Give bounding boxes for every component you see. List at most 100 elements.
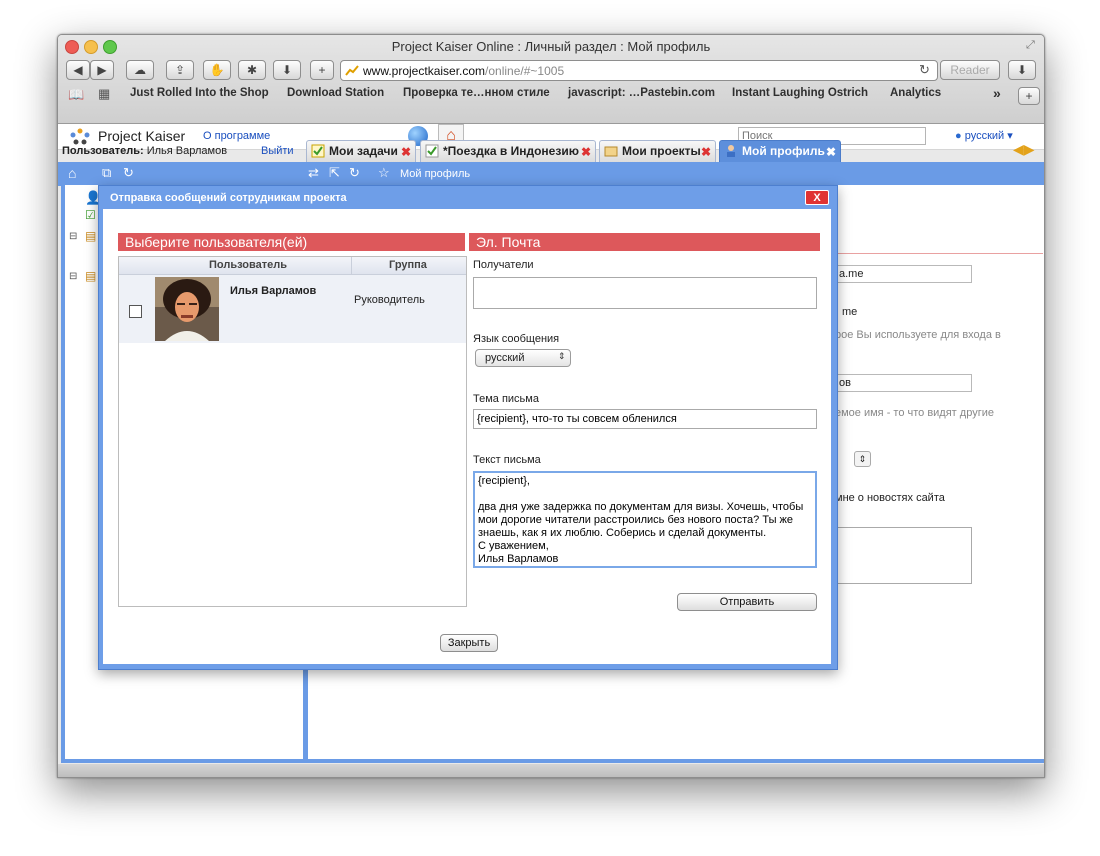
bookmark-item[interactable]: Just Rolled Into the Shop [130, 87, 269, 99]
url-path: /online/#~1005 [485, 64, 565, 78]
dialog-close-button[interactable]: X [805, 190, 829, 205]
globe-icon: ● [955, 130, 962, 142]
bookmark-item[interactable]: javascript: …Pastebin.com [568, 87, 715, 99]
login-field[interactable]: a.me [835, 265, 972, 283]
select-stepper-icon[interactable]: ⇕ [854, 451, 871, 467]
url-host: www.projectkaiser.com [363, 64, 486, 78]
user-group: Руководитель [354, 294, 425, 306]
send-message-dialog: Отправка сообщений сотрудникам проекта X… [98, 185, 838, 670]
close-tab-icon[interactable]: ✖ [701, 142, 711, 163]
refresh-icon[interactable]: ↻ [123, 165, 134, 181]
close-tab-icon[interactable]: ✖ [581, 142, 591, 163]
language-select-value: русский [485, 352, 525, 364]
user-icon [727, 145, 735, 157]
reader-button[interactable]: Reader [940, 60, 1000, 80]
close-icon: X [813, 192, 821, 204]
export-icon[interactable]: ⇱ [329, 165, 340, 181]
message-body-textarea[interactable]: {recipient}, два дня уже задержка по док… [473, 471, 817, 568]
window-title: Project Kaiser Online : Личный раздел : … [391, 39, 711, 54]
send-button[interactable]: Отправить [677, 593, 817, 611]
workspace-toolbar [58, 162, 1044, 186]
user-label: Пользователь: [62, 145, 144, 157]
expand-toggle-icon[interactable]: ⊟ [69, 271, 77, 282]
recipients-field[interactable] [473, 277, 817, 309]
checklist-icon [425, 144, 439, 158]
users-table-header: Пользователь Группа [119, 257, 466, 275]
plus-icon: + [318, 63, 326, 77]
background-text: мне о новостях сайта [835, 492, 945, 504]
plus-icon: + [1025, 89, 1033, 103]
divider [838, 253, 1043, 254]
home-icon[interactable]: ⌂ [68, 165, 76, 181]
recipients-label: Получатели [473, 259, 534, 271]
forward-button[interactable]: ▶ [90, 60, 114, 80]
users-table: Пользователь Группа Илья Варламов Руково… [118, 256, 467, 607]
language-selector[interactable]: ● русский ▾ [955, 129, 1013, 142]
folder-icon[interactable]: ▤ [85, 269, 96, 283]
user-name: Илья Варламов [230, 285, 317, 297]
task-icon[interactable]: ☑ [85, 208, 96, 222]
users-section-header: Выберите пользователя(ей) [118, 233, 465, 251]
bookmark-item[interactable]: Download Station [287, 87, 384, 99]
bookmarks-overflow-button[interactable]: » [993, 85, 1001, 101]
status-bar [58, 764, 1044, 777]
expand-toggle-icon[interactable]: ⊟ [69, 231, 77, 242]
extension-button[interactable]: ✱ [238, 60, 266, 80]
share-button[interactable]: ⇪ [166, 60, 194, 80]
row-checkbox[interactable] [129, 305, 142, 318]
new-tab-button[interactable]: + [1018, 87, 1040, 105]
tab-my-projects[interactable]: Мои проекты ✖ [599, 140, 716, 162]
fullscreen-icon[interactable]: ⤢ [1026, 39, 1035, 52]
column-header-user[interactable]: Пользователь [209, 259, 287, 271]
display-name-field[interactable]: ов [835, 374, 972, 392]
icloud-button[interactable]: ☁ [126, 60, 154, 80]
hand-icon: ✋ [209, 63, 225, 77]
column-divider [351, 257, 352, 274]
collapse-icon[interactable]: ⧉ [102, 165, 111, 181]
share-icon: ⇪ [174, 63, 186, 77]
back-button[interactable]: ◀ [66, 60, 90, 80]
avatar [155, 277, 219, 341]
table-row[interactable]: Илья Варламов Руководитель [119, 275, 466, 343]
swap-icon[interactable]: ⇄ [308, 165, 319, 181]
body-label: Текст письма [473, 454, 541, 466]
tab-label: Мой профиль [742, 144, 825, 158]
bookmark-item[interactable]: Проверка те…нном стиле [403, 87, 550, 99]
add-bookmark-button[interactable]: + [310, 60, 334, 80]
refresh-icon[interactable]: ↻ [349, 165, 360, 181]
user-info: Пользователь: Илья Варламов [62, 145, 227, 157]
reload-icon[interactable]: ↻ [919, 62, 930, 78]
downloads-button[interactable]: ⬇ [1008, 60, 1036, 80]
subject-label: Тема письма [473, 393, 539, 405]
tab-my-profile[interactable]: Мой профиль ✖ [719, 140, 841, 162]
cloud-icon: ☁ [134, 63, 146, 77]
favicon-icon [345, 65, 359, 76]
bookmark-item[interactable]: Analytics [890, 87, 941, 99]
tab-my-tasks[interactable]: Мои задачи ✖ [306, 140, 416, 162]
close-tab-icon[interactable]: ✖ [826, 142, 836, 163]
logout-link[interactable]: Выйти [261, 145, 294, 157]
star-icon[interactable]: ☆ [378, 165, 390, 181]
tab-label: Мои проекты [622, 144, 701, 158]
top-sites-icon[interactable]: ▦ [98, 86, 110, 102]
browser-titlebar: Project Kaiser Online : Личный раздел : … [58, 35, 1044, 124]
bookmark-item[interactable]: Instant Laughing Ostrich [732, 87, 868, 99]
language-select[interactable]: русский ⇕ [475, 349, 571, 367]
folder-icon[interactable]: ▤ [85, 229, 96, 243]
reading-list-icon[interactable]: 📖 [68, 87, 84, 103]
adblock-button[interactable]: ✋ [203, 60, 231, 80]
logo-text: Project Kaiser [98, 128, 186, 144]
dialog-body: Выберите пользователя(ей) Пользователь Г… [103, 209, 831, 664]
about-link[interactable]: О программе [203, 130, 270, 142]
background-text: me [842, 306, 858, 318]
background-textarea[interactable] [835, 527, 972, 584]
tab-trip-indonesia[interactable]: *Поездка в Индонезию ✖ [420, 140, 596, 162]
close-tab-icon[interactable]: ✖ [401, 142, 411, 163]
tab-scroll-arrows[interactable]: ◀▶ [1013, 141, 1035, 158]
column-header-group[interactable]: Группа [389, 259, 427, 271]
address-bar[interactable]: www.projectkaiser.com/online/#~1005 ↻ [340, 60, 938, 81]
close-button[interactable]: Закрыть [440, 634, 498, 652]
download-button[interactable]: ⬇ [273, 60, 301, 80]
dialog-title: Отправка сообщений сотрудникам проекта [110, 192, 347, 204]
subject-input[interactable] [473, 409, 817, 429]
